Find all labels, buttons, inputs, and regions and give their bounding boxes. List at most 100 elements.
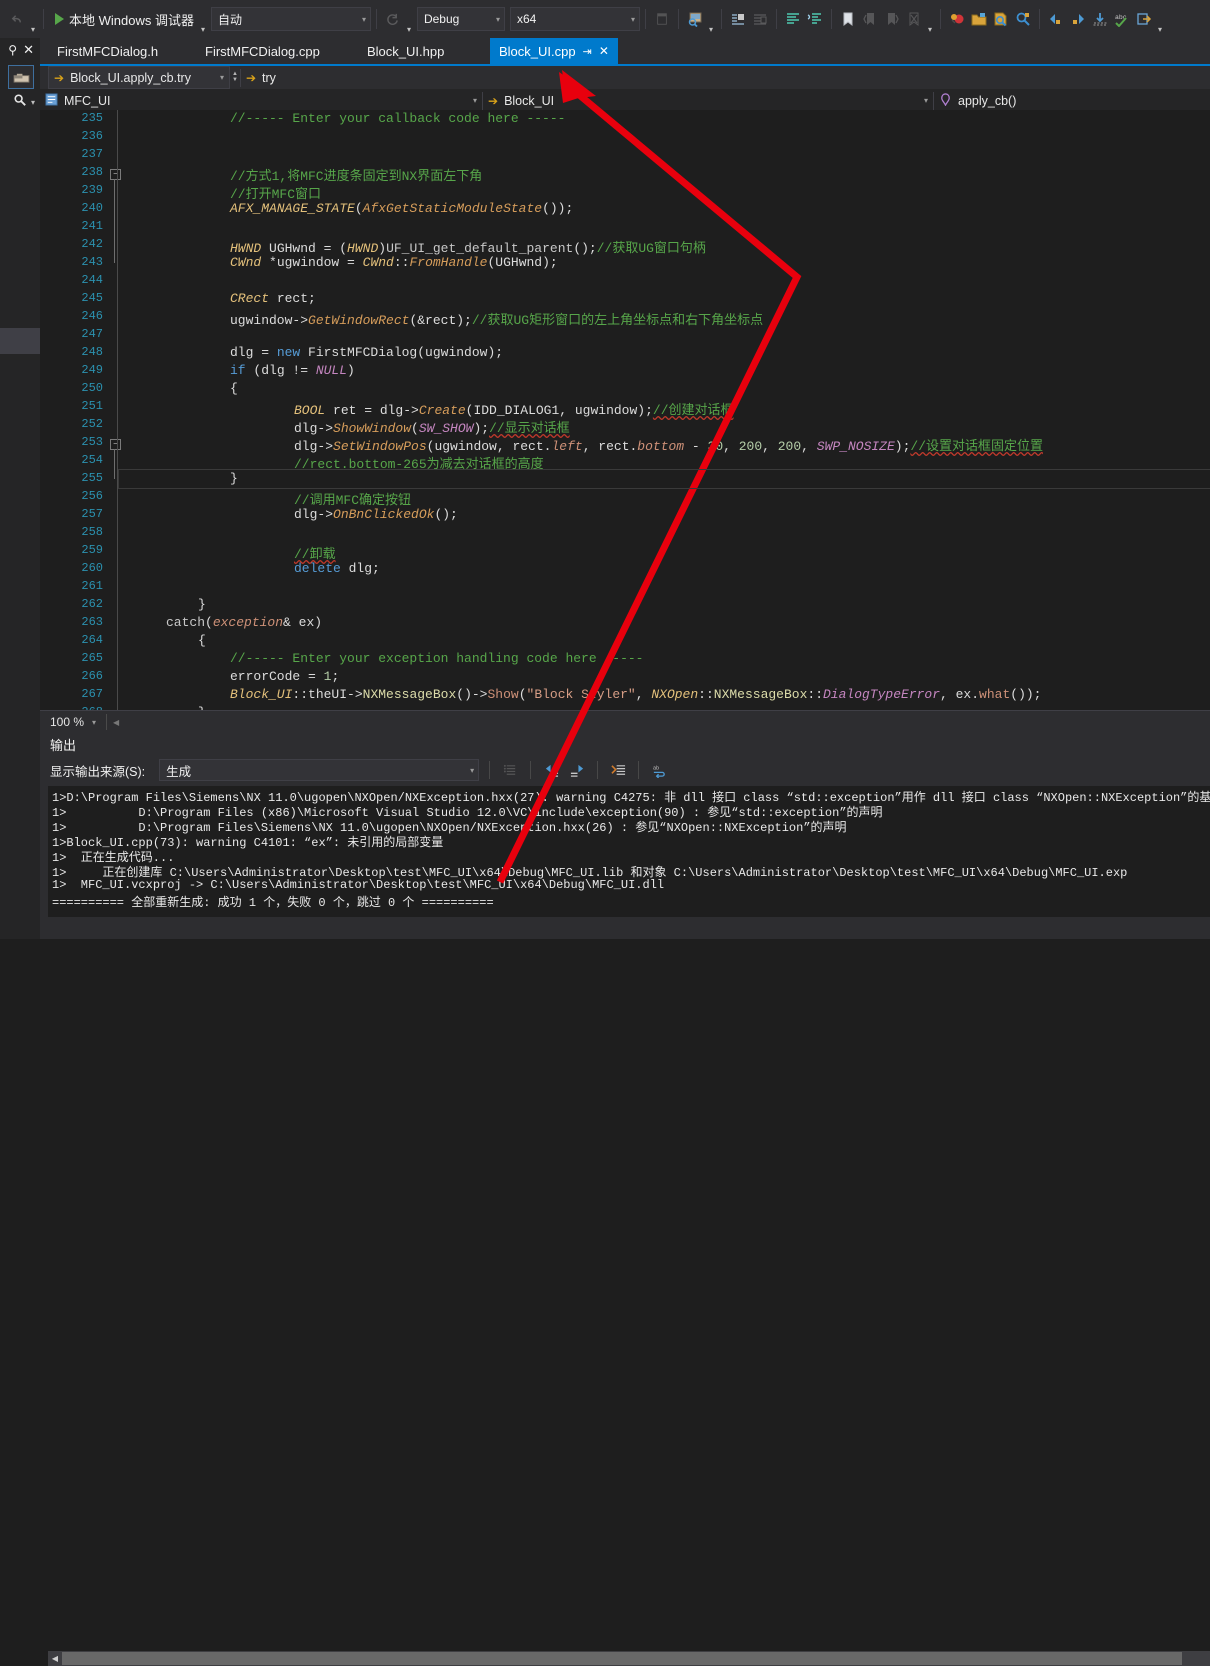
output-line: 1> MFC_UI.vcxproj -> C:\Users\Administra… (52, 878, 665, 892)
tab-block-ui-hpp[interactable]: Block_UI.hpp (358, 38, 453, 64)
tab-label: Block_UI.hpp (367, 43, 445, 59)
navigate-backward-icon[interactable] (1045, 8, 1067, 30)
bookmark-icon[interactable] (837, 8, 859, 30)
class-dropdown[interactable]: ➔ Block_UI ▾ (483, 90, 933, 111)
toolbox-icon[interactable] (8, 65, 34, 89)
close-icon[interactable]: ✕ (23, 42, 34, 58)
config-auto-combo[interactable]: 自动 ▾ (210, 7, 371, 31)
previous-message-icon[interactable] (541, 760, 561, 780)
output-horizontal-scrollbar[interactable]: ◀ (48, 1651, 1210, 1666)
chevron-down-icon: ▾ (361, 14, 366, 24)
toolbar-divider (677, 9, 679, 29)
breakpoint-icon[interactable] (946, 8, 968, 30)
list-all-icon[interactable] (500, 760, 520, 780)
left-dock-collapsed-tab[interactable] (0, 328, 40, 354)
tab-label: Block_UI.cpp (499, 43, 576, 59)
left-dock-search[interactable]: ▾ (0, 89, 40, 115)
refresh-caret[interactable]: ▾ (404, 25, 414, 38)
image-preview-caret[interactable]: ▾ (706, 25, 716, 38)
tab-firstmfcdialog-h[interactable]: FirstMFCDialog.h (48, 38, 167, 64)
output-panel-title: 输出 (50, 738, 77, 753)
next-message-icon[interactable] (567, 760, 587, 780)
spellcheck-icon[interactable]: abc (1111, 8, 1133, 30)
start-debug-button[interactable]: 本地 Windows 调试器 (49, 7, 198, 31)
scroll-left-icon[interactable]: ◀ (107, 718, 119, 727)
line-number: 257 (81, 507, 103, 521)
undo-arrow-icon[interactable] (6, 8, 28, 30)
refresh-icon[interactable] (382, 8, 404, 30)
code-line: Block_UI::theUI->NXMessageBox()->Show("B… (230, 687, 1042, 702)
bookmark-clear-icon[interactable] (903, 8, 925, 30)
project-dropdown[interactable]: MFC_UI ▾ (40, 90, 482, 111)
code-line: CRect rect; (230, 291, 316, 306)
word-wrap-icon[interactable]: ab (649, 760, 669, 780)
code-editor[interactable]: 235 236 237 238 239 240 241 242 243 244 245 246 247 2… (40, 110, 1210, 710)
go-to-definition-icon[interactable] (1089, 8, 1111, 30)
start-debug-caret[interactable]: ▾ (198, 25, 208, 38)
external-window-icon[interactable] (1133, 8, 1155, 30)
close-icon[interactable]: ✕ (599, 44, 609, 58)
quick-find-icon[interactable] (1012, 8, 1034, 30)
output-text-area[interactable]: 1>D:\Program Files\Siemens\NX 11.0\ugope… (48, 786, 1210, 917)
bookmark-caret[interactable]: ▾ (925, 25, 935, 38)
pin-icon[interactable]: ⚲ (8, 43, 17, 57)
toolbar-overflow-caret[interactable]: ▾ (1155, 25, 1165, 38)
code-line: delete dlg; (294, 561, 380, 576)
line-number: 237 (81, 147, 103, 161)
chevron-down-icon: ▾ (472, 96, 477, 105)
bookmark-prev-icon[interactable] (859, 8, 881, 30)
zoom-dropdown-caret[interactable]: ▾ (84, 718, 96, 727)
output-toolbar-divider (597, 761, 599, 779)
fold-toggle[interactable]: − (110, 169, 121, 180)
pin-icon[interactable]: ⇥ (583, 45, 592, 58)
chevron-down-icon: ▾ (923, 96, 928, 105)
indent-icon[interactable] (727, 8, 749, 30)
code-line: BOOL ret = dlg->Create(IDD_DIALOG1, ugwi… (294, 403, 734, 418)
tab-firstmfcdialog-cpp[interactable]: FirstMFCDialog.cpp (196, 38, 329, 64)
image-preview-icon[interactable] (684, 8, 706, 30)
method-dropdown[interactable]: apply_cb() (934, 90, 1021, 111)
chevron-down-icon: ▾ (495, 14, 500, 24)
outdent-icon[interactable] (749, 8, 771, 30)
toolbar-divider (830, 9, 832, 29)
solution-platform-value: x64 (516, 12, 537, 26)
uncomment-icon[interactable] (804, 8, 826, 30)
fold-toggle[interactable]: − (110, 439, 121, 450)
line-number: 259 (81, 543, 103, 557)
open-folder-icon[interactable] (968, 8, 990, 30)
member-dropdown[interactable]: ➔ try (241, 67, 281, 88)
scroll-left-icon[interactable]: ◀ (48, 1651, 62, 1666)
fold-guide (114, 449, 115, 479)
window-icon[interactable] (651, 8, 673, 30)
line-number: 266 (81, 669, 103, 683)
tab-block-ui-cpp[interactable]: Block_UI.cpp ⇥ ✕ (490, 38, 618, 64)
toolbar-divider (644, 9, 646, 29)
code-line: ugwindow->GetWindowRect(&rect);//获取UG矩形窗… (230, 313, 764, 328)
play-icon (55, 13, 64, 25)
scrollbar-thumb[interactable] (62, 1652, 1182, 1665)
navigate-forward-icon[interactable] (1067, 8, 1089, 30)
solution-platform-combo[interactable]: x64 ▾ (509, 7, 640, 31)
zoom-level-label[interactable]: 100 % (40, 715, 84, 729)
output-source-combo[interactable]: 生成 ▾ (159, 759, 480, 781)
clear-all-icon[interactable] (608, 760, 628, 780)
output-panel: 输出 显示输出来源(S): 生成 ▾ ab 1>D:\Program Files… (40, 732, 1210, 1666)
line-number: 252 (81, 417, 103, 431)
find-in-files-icon[interactable] (990, 8, 1012, 30)
config-auto-value: 自动 (217, 12, 242, 27)
scope-spinner[interactable]: ▲ ▼ (232, 71, 238, 83)
comment-icon[interactable] (782, 8, 804, 30)
undo-dropdown-caret[interactable]: ▾ (28, 25, 38, 38)
project-icon (45, 92, 58, 109)
method-icon (939, 92, 952, 109)
bookmark-next-icon[interactable] (881, 8, 903, 30)
line-number: 265 (81, 651, 103, 665)
line-number: 239 (81, 183, 103, 197)
arrow-right-icon: ➔ (54, 70, 65, 85)
solution-config-combo[interactable]: Debug ▾ (416, 7, 505, 31)
scope-dropdown[interactable]: ➔ Block_UI.apply_cb.try ▾ (48, 66, 230, 89)
